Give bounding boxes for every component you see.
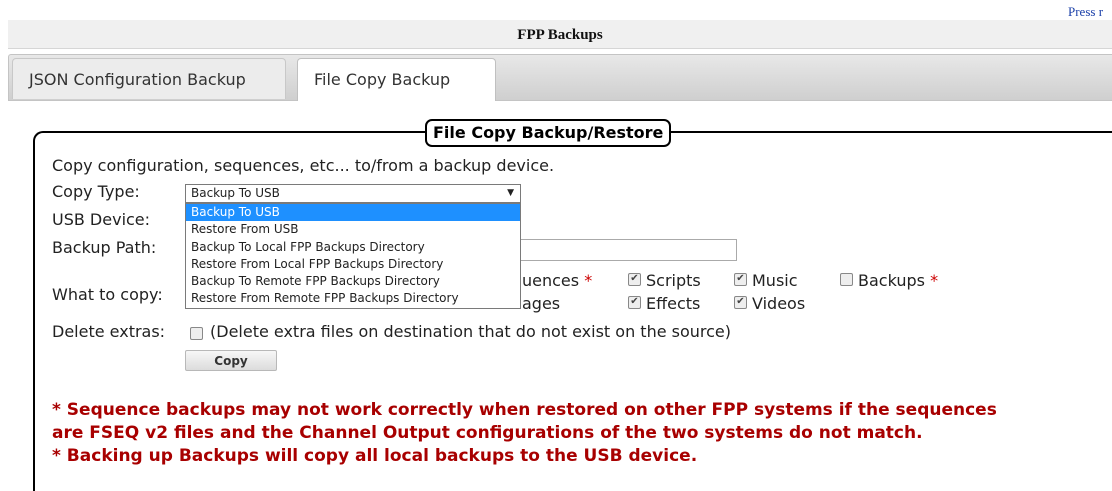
tab-bar: JSON Configuration Backup File Copy Back… xyxy=(8,54,1112,101)
copy-button[interactable]: Copy xyxy=(185,350,277,371)
backup-path-label: Backup Path: xyxy=(52,238,157,257)
press-link[interactable]: Press r xyxy=(1068,4,1112,20)
required-star: * xyxy=(930,271,939,290)
delete-extras-note: (Delete extra files on destination that … xyxy=(210,322,732,341)
copy-option-effects[interactable]: ✔ Effects xyxy=(628,294,700,313)
checkbox-checked[interactable]: ✔ xyxy=(734,296,747,309)
copy-option-label: uences xyxy=(522,271,580,290)
copy-option-sequences[interactable]: uences * xyxy=(522,271,592,290)
copy-type-option[interactable]: Restore From Remote FPP Backups Director… xyxy=(186,290,520,307)
panel-description: Copy configuration, sequences, etc... to… xyxy=(52,156,555,175)
what-to-copy-label: What to copy: xyxy=(52,285,163,304)
copy-type-option[interactable]: Backup To Local FPP Backups Directory xyxy=(186,239,520,256)
copy-type-dropdown: Backup To USB Restore From USB Backup To… xyxy=(185,203,521,309)
warning-line: * Sequence backups may not work correctl… xyxy=(52,400,997,420)
page-title: FPP Backups xyxy=(8,20,1112,49)
copy-option-label: Effects xyxy=(646,294,701,313)
warning-line: * Backing up Backups will copy all local… xyxy=(52,446,698,466)
copy-type-option[interactable]: Backup To USB xyxy=(186,204,520,222)
copy-option-music[interactable]: ✔ Music xyxy=(734,271,798,290)
tab-file-copy-backup[interactable]: File Copy Backup xyxy=(297,58,496,101)
copy-option-label: Scripts xyxy=(646,271,701,290)
copy-option-images[interactable]: ages xyxy=(522,294,560,313)
copy-type-option[interactable]: Restore From USB xyxy=(186,221,520,238)
checkbox-unchecked[interactable] xyxy=(840,273,853,286)
copy-option-backups[interactable]: Backups * xyxy=(840,271,938,290)
warning-line: are FSEQ v2 files and the Channel Output… xyxy=(52,423,923,443)
copy-type-label: Copy Type: xyxy=(52,182,140,201)
tab-json-configuration-backup[interactable]: JSON Configuration Backup xyxy=(12,58,286,99)
usb-device-label: USB Device: xyxy=(52,210,151,229)
copy-option-label: Music xyxy=(752,271,798,290)
copy-type-selected-value: Backup To USB xyxy=(191,186,280,200)
copy-option-label: Videos xyxy=(752,294,806,313)
required-star: * xyxy=(584,271,593,290)
copy-option-label: Backups xyxy=(858,271,925,290)
delete-extras-label: Delete extras: xyxy=(52,322,166,341)
copy-option-scripts[interactable]: ✔ Scripts xyxy=(628,271,701,290)
checkbox-checked[interactable]: ✔ xyxy=(734,273,747,286)
copy-option-videos[interactable]: ✔ Videos xyxy=(734,294,805,313)
checkbox-checked[interactable]: ✔ xyxy=(628,273,641,286)
copy-type-select[interactable]: Backup To USB ▼ xyxy=(185,184,521,203)
copy-type-option[interactable]: Backup To Remote FPP Backups Directory xyxy=(186,273,520,290)
delete-extras-checkbox[interactable] xyxy=(190,327,203,340)
dropdown-arrow-icon: ▼ xyxy=(507,188,514,198)
checkbox-checked[interactable]: ✔ xyxy=(628,296,641,309)
backup-path-input[interactable] xyxy=(520,239,737,261)
copy-option-label: ages xyxy=(522,294,561,313)
copy-type-option[interactable]: Restore From Local FPP Backups Directory xyxy=(186,256,520,273)
fieldset-legend: File Copy Backup/Restore xyxy=(425,119,672,147)
